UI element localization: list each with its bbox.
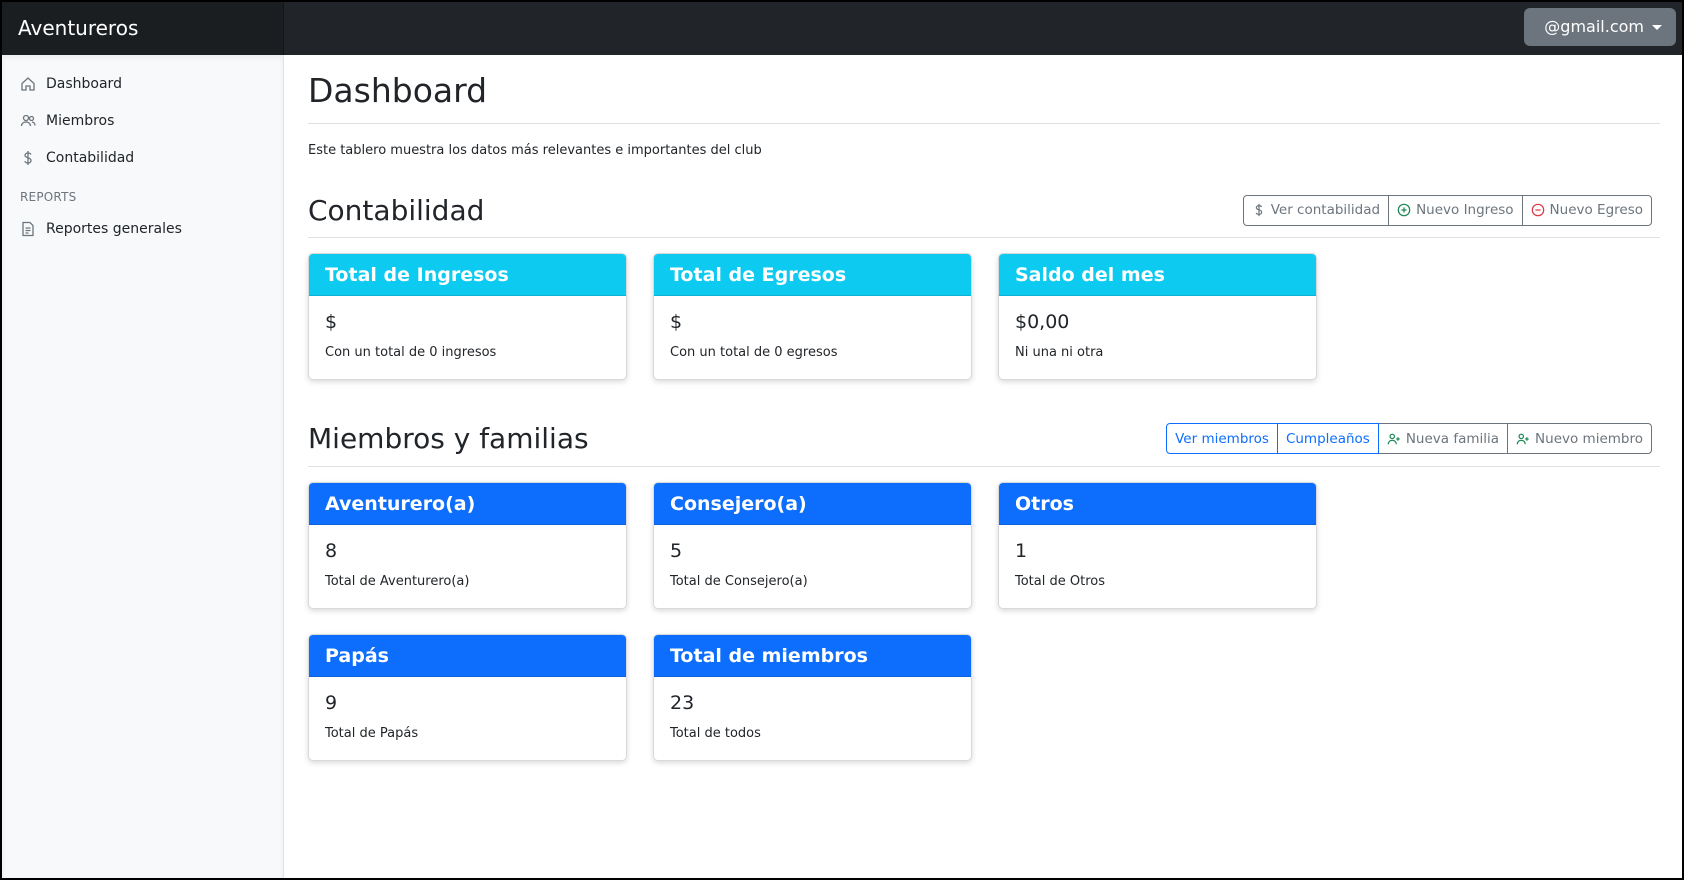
miembros-title: Miembros y familias	[308, 422, 589, 456]
minus-circle-icon	[1531, 204, 1544, 217]
home-icon	[21, 76, 35, 91]
app-window: Aventureros @gmail.com Dashboard Miembro…	[0, 0, 1684, 880]
nuevo-miembro-button[interactable]: Nuevo miembro	[1507, 423, 1652, 455]
people-icon	[20, 114, 36, 126]
nueva-familia-button[interactable]: Nueva familia	[1377, 423, 1509, 455]
card-text: Con un total de 0 ingresos	[325, 344, 497, 360]
button-label: Nuevo miembro	[1535, 430, 1643, 447]
card-header: Consejero(a)	[654, 482, 971, 525]
dollar-icon	[24, 150, 32, 165]
sidebar-item-contabilidad[interactable]: Contabilidad	[2, 139, 283, 176]
sidebar-item-reportes-generales[interactable]: Reportes generales	[2, 210, 283, 247]
user-email: @gmail.com	[1544, 17, 1644, 36]
card-value: 5	[670, 539, 683, 562]
card-text: Total de Consejero(a)	[670, 573, 808, 589]
card-header: Otros	[999, 482, 1316, 525]
card-value: $	[325, 311, 338, 334]
card-total-miembros: Total de miembros 23 Total de todos	[653, 633, 972, 761]
chevron-down-icon	[1652, 24, 1662, 30]
card-aventurero: Aventurero(a) 8 Total de Aventurero(a)	[308, 481, 627, 609]
card-otros: Otros 1 Total de Otros	[998, 481, 1317, 609]
page-description: Este tablero muestra los datos más relev…	[308, 142, 762, 158]
button-label: Nuevo Ingreso	[1416, 202, 1514, 219]
card-value: 23	[670, 691, 695, 714]
plus-circle-icon	[1397, 204, 1411, 217]
button-label: Cumpleaños	[1285, 430, 1370, 447]
card-saldo-del-mes: Saldo del mes $0,00 Ni una ni otra	[998, 253, 1317, 381]
ver-miembros-button[interactable]: Ver miembros	[1166, 423, 1278, 455]
sidebar-heading-reports: REPORTS	[20, 190, 77, 204]
contabilidad-cards: Total de Ingresos $ Con un total de 0 in…	[308, 253, 1660, 405]
card-papas: Papás 9 Total de Papás	[308, 633, 627, 761]
person-plus-icon	[1387, 433, 1400, 445]
sidebar-item-dashboard[interactable]: Dashboard	[2, 65, 283, 102]
nuevo-egreso-button[interactable]: Nuevo Egreso	[1521, 194, 1652, 226]
sidebar-item-label: Reportes generales	[46, 220, 182, 237]
sidebar-item-label: Contabilidad	[46, 149, 135, 166]
card-total-ingresos: Total de Ingresos $ Con un total de 0 in…	[308, 253, 627, 381]
card-header: Total de Egresos	[654, 254, 971, 297]
user-menu-button[interactable]: @gmail.com	[1524, 8, 1676, 46]
sidebar-item-label: Dashboard	[46, 75, 122, 92]
card-header: Aventurero(a)	[309, 482, 626, 525]
person-plus-icon	[1516, 433, 1529, 445]
card-consejero: Consejero(a) 5 Total de Consejero(a)	[653, 481, 972, 609]
card-header: Total de miembros	[654, 634, 971, 677]
button-label: Nueva familia	[1405, 430, 1500, 447]
card-text: Total de Aventurero(a)	[325, 573, 470, 589]
nuevo-ingreso-button[interactable]: Nuevo Ingreso	[1388, 194, 1523, 226]
card-text: Ni una ni otra	[1015, 344, 1104, 360]
card-value: $0,00	[1015, 311, 1070, 334]
card-header: Papás	[309, 634, 626, 677]
button-label: Nuevo Egreso	[1549, 202, 1643, 219]
top-navbar: Aventureros @gmail.com	[2, 2, 1682, 55]
card-text: Total de Otros	[1015, 573, 1105, 589]
card-value: 1	[1015, 539, 1028, 562]
card-header: Total de Ingresos	[309, 254, 626, 297]
sidebar-item-miembros[interactable]: Miembros	[2, 102, 283, 139]
contabilidad-section-header: Contabilidad Ver contabilidad Nuevo Ingr…	[308, 194, 1660, 239]
file-text-icon	[22, 221, 34, 236]
page-title: Dashboard	[308, 71, 1660, 124]
dollar-icon	[1255, 204, 1262, 217]
contabilidad-title: Contabilidad	[308, 193, 485, 227]
sidebar: Dashboard Miembros Contabilidad REPORTS …	[2, 55, 284, 878]
brand-logo[interactable]: Aventureros	[2, 2, 284, 55]
card-value: 8	[325, 539, 338, 562]
miembros-cards: Aventurero(a) 8 Total de Aventurero(a) C…	[308, 481, 1660, 786]
main-content: Dashboard Este tablero muestra los datos…	[284, 55, 1682, 878]
card-text: Con un total de 0 egresos	[670, 344, 838, 360]
miembros-section-header: Miembros y familias Ver miembros Cumplea…	[308, 422, 1660, 467]
sidebar-item-label: Miembros	[46, 112, 115, 129]
card-value: $	[670, 311, 683, 334]
contabilidad-button-group: Ver contabilidad Nuevo Ingreso Nuevo Egr…	[1242, 194, 1652, 226]
card-header: Saldo del mes	[999, 254, 1316, 297]
miembros-button-group: Ver miembros Cumpleaños Nueva familia Nu…	[1166, 423, 1652, 455]
card-text: Total de todos	[670, 725, 761, 741]
card-value: 9	[325, 691, 338, 714]
card-text: Total de Papás	[325, 725, 419, 741]
ver-contabilidad-button[interactable]: Ver contabilidad	[1242, 194, 1390, 226]
button-label: Ver miembros	[1175, 430, 1269, 447]
button-label: Ver contabilidad	[1270, 202, 1381, 219]
card-total-egresos: Total de Egresos $ Con un total de 0 egr…	[653, 253, 972, 381]
cumpleanos-button[interactable]: Cumpleaños	[1276, 423, 1379, 455]
